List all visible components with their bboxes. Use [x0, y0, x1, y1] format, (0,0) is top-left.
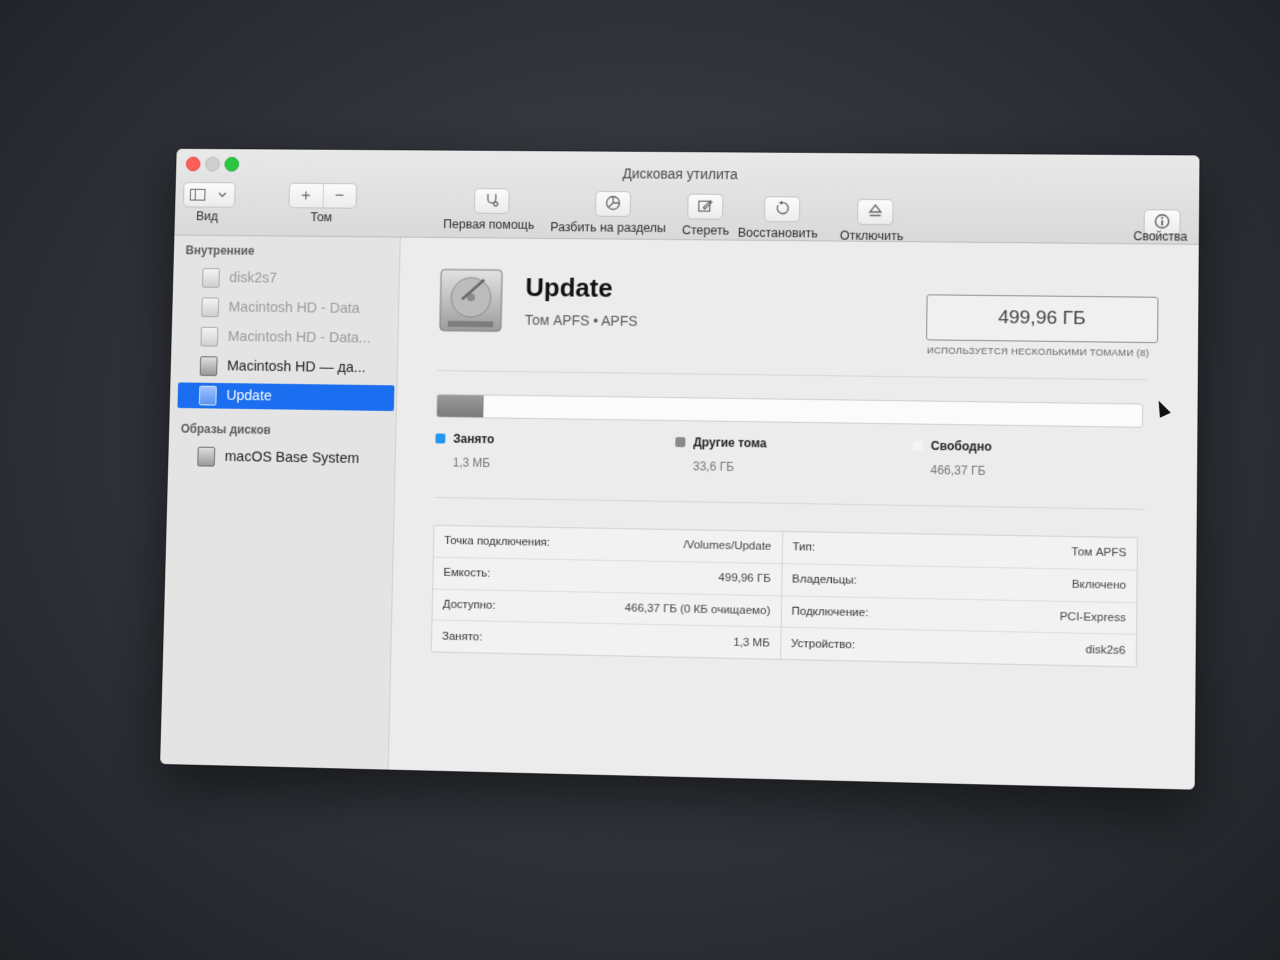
sidebar-item-label: Update: [226, 388, 272, 405]
unmount-button[interactable]: [857, 198, 894, 226]
sidebar-item-update[interactable]: Update: [177, 382, 395, 412]
volume-name: Update: [525, 272, 613, 303]
info-row-device: Устройство: disk2s6: [780, 626, 1137, 667]
sidebar-item-label: Macintosh HD - Data...: [227, 329, 371, 347]
info-column-left: Точка подключения: /Volumes/Update Емкост…: [431, 526, 782, 659]
sidebar-section-disk-images: Образы дисков: [180, 421, 272, 437]
hard-drive-icon: [438, 267, 504, 340]
legend-swatch: [912, 440, 923, 451]
sidebar: Внутренние disk2s7 Macintosh HD - Data M…: [160, 235, 401, 770]
volume-segment: + −: [288, 182, 358, 209]
info-key: Доступно:: [442, 598, 496, 612]
info-value: 1,3 МБ: [733, 636, 770, 650]
info-key: Владельцы:: [791, 573, 857, 587]
info-key: Занято:: [441, 630, 483, 644]
stethoscope-icon: [484, 192, 500, 211]
partition-label: Разбить на разделы: [550, 220, 667, 236]
legend-swatch: [435, 433, 446, 444]
volume-subtitle: Том APFS • APFS: [524, 311, 638, 329]
legend-free: Свободно 466,37 ГБ: [912, 439, 992, 478]
legend-title: Занято: [453, 431, 495, 447]
info-value: Включено: [1071, 578, 1127, 593]
info-key: Подключение:: [791, 605, 869, 620]
eject-icon: [868, 202, 882, 221]
capacity-box: 499,96 ГБ: [926, 294, 1159, 344]
volume-icon: [200, 326, 219, 347]
restore-arrow-icon: [774, 200, 790, 219]
view-label: Вид: [195, 209, 219, 224]
legend-swatch: [675, 437, 686, 448]
volume-icon: [201, 297, 220, 318]
disk-utility-window: Дисковая утилита Вид + − Том Первая помо…: [160, 148, 1200, 790]
info-table: Точка подключения: /Volumes/Update Емкост…: [430, 524, 1138, 668]
legend-used: Занято 1,3 МБ: [435, 431, 494, 470]
info-label: Свойства: [1133, 229, 1188, 244]
sidebar-item-disk2s7[interactable]: disk2s7: [181, 265, 398, 293]
divider: [437, 370, 1147, 381]
sidebar-item-macintosh-hd-data[interactable]: Macintosh HD - Data: [180, 294, 397, 322]
info-key: Емкость:: [443, 566, 491, 580]
first-aid-button[interactable]: [473, 188, 510, 214]
first-aid-label: Первая помощь: [443, 217, 535, 232]
divider: [434, 496, 1146, 510]
add-volume-button[interactable]: +: [289, 183, 324, 208]
sidebar-item-label: Macintosh HD — да...: [226, 358, 366, 377]
info-key: Тип:: [792, 541, 816, 555]
sidebar-item-label: macOS Base System: [224, 449, 360, 467]
volume-label: Том: [310, 210, 333, 225]
legend-value: 33,6 ГБ: [692, 459, 735, 474]
sidebar-toggle-icon: [184, 183, 212, 207]
remove-volume-button[interactable]: −: [323, 184, 356, 208]
usage-bar-other-volumes: [436, 394, 484, 418]
usage-bar: [435, 393, 1144, 428]
info-value: /Volumes/Update: [683, 539, 772, 554]
partition-button[interactable]: [594, 190, 632, 217]
info-key: Точка подключения:: [443, 535, 551, 550]
capacity-note: ИСПОЛЬЗУЕТСЯ НЕСКОЛЬКИМИ ТОМАМИ (8): [926, 345, 1150, 360]
info-value: Том APFS: [1071, 546, 1127, 560]
erase-pencil-icon: [697, 197, 713, 216]
volume-icon: [198, 385, 217, 406]
info-key: Устройство:: [790, 637, 856, 651]
erase-label: Стереть: [681, 223, 730, 238]
legend-title: Свободно: [930, 438, 992, 454]
sidebar-item-label: disk2s7: [229, 270, 278, 287]
legend-other-volumes: Другие тома 33,6 ГБ: [675, 435, 767, 474]
info-value: 466,37 ГБ (0 КБ очищаемо): [624, 602, 771, 618]
sidebar-item-macos-base-system[interactable]: macOS Base System: [176, 443, 393, 472]
legend-value: 466,37 ГБ: [930, 462, 986, 478]
view-menu-button[interactable]: [182, 181, 236, 208]
volume-icon: [201, 268, 220, 288]
sidebar-section-internal: Внутренние: [185, 243, 255, 258]
pie-partition-icon: [605, 194, 621, 213]
info-value: 499,96 ГБ: [718, 572, 771, 586]
erase-button[interactable]: [687, 193, 724, 220]
sidebar-item-macintosh-hd-data-2[interactable]: Macintosh HD - Data...: [179, 324, 396, 352]
chevron-down-icon: [211, 183, 233, 207]
legend-title: Другие тома: [693, 435, 767, 451]
volume-icon: [199, 356, 218, 377]
volume-details: Update Том APFS • APFS 499,96 ГБ ИСПОЛЬЗ…: [388, 237, 1199, 790]
disk-image-icon: [197, 446, 216, 467]
restore-button[interactable]: [763, 196, 801, 223]
sidebar-item-macintosh-hd[interactable]: Macintosh HD — да...: [178, 353, 395, 381]
toolbar: Дисковая утилита Вид + − Том Первая помо…: [174, 148, 1200, 245]
sidebar-item-label: Macintosh HD - Data: [228, 299, 360, 317]
info-column-right: Тип: Том APFS Владельцы: Включено Подключе…: [779, 531, 1137, 667]
legend-value: 1,3 МБ: [452, 455, 491, 471]
info-row-used: Занято: 1,3 МБ: [431, 619, 781, 659]
restore-label: Восстановить: [737, 225, 818, 241]
info-value: disk2s6: [1085, 643, 1126, 657]
info-value: PCI-Express: [1059, 610, 1126, 625]
